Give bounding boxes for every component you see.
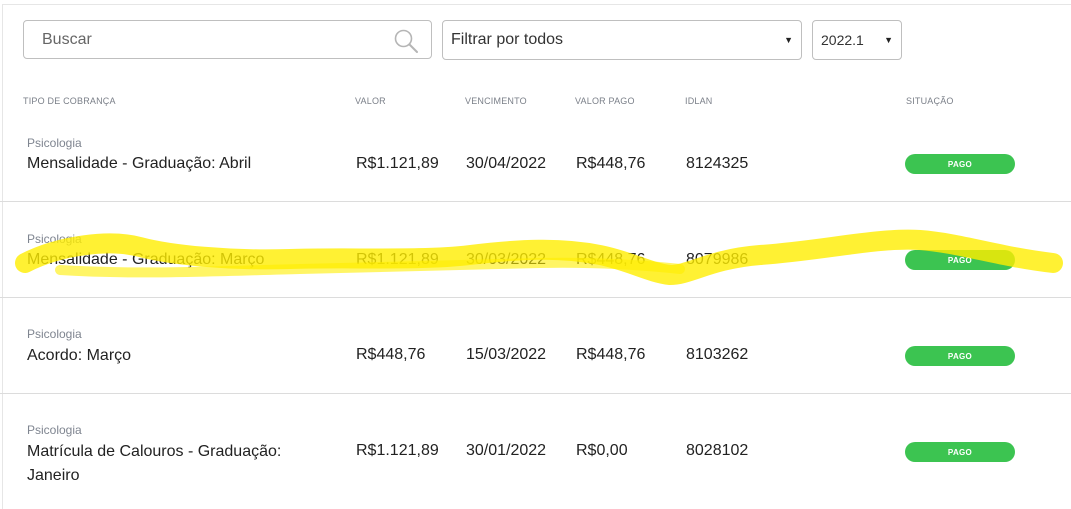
due-date: 30/01/2022 (466, 442, 547, 459)
search-icon[interactable] (393, 28, 419, 54)
course-label: Psicologia (27, 136, 82, 150)
filter-select[interactable]: Filtrar por todos ▼ (442, 20, 802, 60)
column-header-idlan[interactable]: IDLAN (685, 96, 713, 106)
table-row[interactable]: Psicologia Acordo: Março R$448,76 15/03/… (0, 298, 1071, 394)
charge-type: Mensalidade - Graduação: Abril (27, 155, 252, 172)
period-select[interactable]: 2022.1 ▼ (812, 20, 902, 60)
idlan-value: 8079986 (686, 251, 749, 268)
charge-value: R$448,76 (356, 346, 426, 363)
charge-type: Mensalidade - Graduação: Março (27, 251, 265, 268)
status-badge: PAGO (905, 154, 1015, 174)
table-header: TIPO DE COBRANÇA VALOR VENCIMENTO VALOR … (0, 96, 1071, 110)
chevron-down-icon: ▼ (884, 35, 893, 45)
table-row[interactable]: Psicologia Mensalidade - Graduação: Abri… (0, 126, 1071, 202)
column-header-valor[interactable]: VALOR (355, 96, 386, 106)
charge-value: R$1.121,89 (356, 442, 439, 459)
idlan-value: 8124325 (686, 155, 749, 172)
charge-value: R$1.121,89 (356, 251, 439, 268)
due-date: 15/03/2022 (466, 346, 547, 363)
due-date: 30/04/2022 (466, 155, 547, 172)
search-box[interactable] (23, 20, 432, 59)
table-row[interactable]: Psicologia Mensalidade - Graduação: Març… (0, 202, 1071, 298)
column-header-tipo[interactable]: TIPO DE COBRANÇA (23, 96, 116, 106)
idlan-value: 8103262 (686, 346, 749, 363)
status-badge: PAGO (905, 346, 1015, 366)
charge-value: R$1.121,89 (356, 155, 439, 172)
idlan-value: 8028102 (686, 442, 749, 459)
filter-select-value: Filtrar por todos (451, 31, 564, 48)
paid-value: R$448,76 (576, 346, 646, 363)
table-row[interactable]: Psicologia Matrícula de Calouros - Gradu… (0, 394, 1071, 508)
charge-type: Acordo: Março (27, 347, 132, 364)
course-label: Psicologia (27, 423, 82, 437)
column-header-situacao[interactable]: SITUAÇÃO (906, 96, 954, 106)
column-header-valor-pago[interactable]: VALOR PAGO (575, 96, 635, 106)
course-label: Psicologia (27, 327, 82, 341)
status-badge: PAGO (905, 250, 1015, 270)
due-date: 30/03/2022 (466, 251, 547, 268)
search-input[interactable] (40, 29, 384, 50)
status-badge: PAGO (905, 442, 1015, 462)
charge-type: Matrícula de Calouros - Graduação: Janei… (27, 443, 282, 484)
paid-value: R$0,00 (576, 442, 628, 459)
column-header-vencimento[interactable]: VENCIMENTO (465, 96, 527, 106)
period-select-value: 2022.1 (821, 32, 864, 48)
paid-value: R$448,76 (576, 251, 646, 268)
chevron-down-icon: ▼ (784, 35, 793, 45)
course-label: Psicologia (27, 232, 82, 246)
paid-value: R$448,76 (576, 155, 646, 172)
